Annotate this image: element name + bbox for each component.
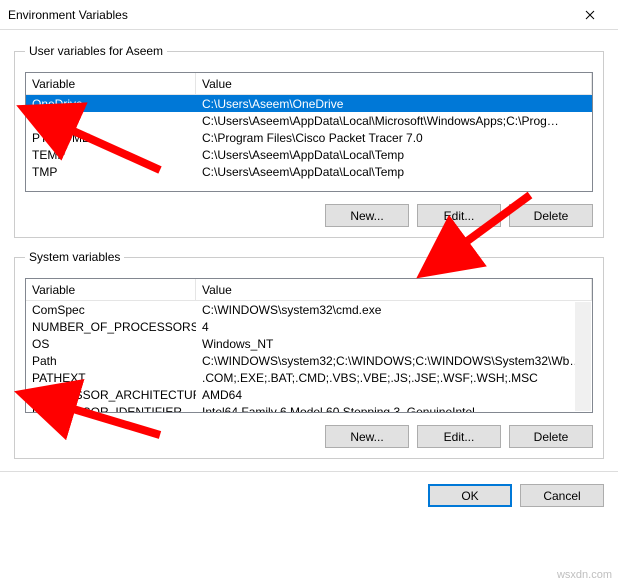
cell-variable: TEMP [26,148,196,162]
table-row[interactable]: TEMPC:\Users\Aseem\AppData\Local\Temp [26,146,592,163]
cell-variable: Path [26,114,196,128]
table-row[interactable]: PathC:\WINDOWS\system32;C:\WINDOWS;C:\WI… [26,352,592,369]
cell-variable: OneDrive [26,97,196,111]
system-variables-legend: System variables [25,250,124,264]
ok-button[interactable]: OK [428,484,512,507]
cell-variable: NUMBER_OF_PROCESSORS [26,320,196,334]
system-variables-listview[interactable]: Variable Value ComSpecC:\WINDOWS\system3… [25,278,593,413]
system-edit-button[interactable]: Edit... [417,425,501,448]
user-variables-listview[interactable]: Variable Value OneDriveC:\Users\Aseem\On… [25,72,593,192]
scrollbar[interactable] [575,302,591,411]
close-button[interactable] [570,1,610,29]
user-variables-group: User variables for Aseem Variable Value … [14,44,604,238]
cell-value: .COM;.EXE;.BAT;.CMD;.VBS;.VBE;.JS;.JSE;.… [196,371,592,385]
table-row[interactable]: PathC:\Users\Aseem\AppData\Local\Microso… [26,112,592,129]
system-delete-button[interactable]: Delete [509,425,593,448]
window-title: Environment Variables [8,8,128,22]
cell-variable: PT7HOME [26,131,196,145]
cell-variable: PATHEXT [26,371,196,385]
table-row[interactable]: OSWindows_NT [26,335,592,352]
cell-value: Intel64 Family 6 Model 60 Stepping 3, Ge… [196,405,592,414]
listview-body: ComSpecC:\WINDOWS\system32\cmd.exeNUMBER… [26,301,592,413]
user-variables-legend: User variables for Aseem [25,44,167,58]
cell-variable: TMP [26,165,196,179]
column-header-value[interactable]: Value [196,73,592,94]
titlebar: Environment Variables [0,0,618,30]
user-edit-button[interactable]: Edit... [417,204,501,227]
cell-variable: OS [26,337,196,351]
listview-header: Variable Value [26,279,592,301]
column-header-variable[interactable]: Variable [26,73,196,94]
table-row[interactable]: PT7HOMEC:\Program Files\Cisco Packet Tra… [26,129,592,146]
cancel-button[interactable]: Cancel [520,484,604,507]
watermark: wsxdn.com [557,569,612,581]
user-delete-button[interactable]: Delete [509,204,593,227]
cell-value: C:\Program Files\Cisco Packet Tracer 7.0 [196,131,592,145]
cell-value: Windows_NT [196,337,592,351]
column-header-variable[interactable]: Variable [26,279,196,300]
table-row[interactable]: PROCESSOR_IDENTIFIERIntel64 Family 6 Mod… [26,403,592,413]
cell-value: C:\Users\Aseem\AppData\Local\Temp [196,165,592,179]
cell-variable: PROCESSOR_IDENTIFIER [26,405,196,414]
user-new-button[interactable]: New... [325,204,409,227]
listview-body: OneDriveC:\Users\Aseem\OneDrivePathC:\Us… [26,95,592,180]
table-row[interactable]: NUMBER_OF_PROCESSORS4 [26,318,592,335]
system-variables-group: System variables Variable Value ComSpecC… [14,250,604,459]
system-new-button[interactable]: New... [325,425,409,448]
cell-value: 4 [196,320,592,334]
table-row[interactable]: OneDriveC:\Users\Aseem\OneDrive [26,95,592,112]
cell-value: C:\Users\Aseem\AppData\Local\Microsoft\W… [196,114,592,128]
table-row[interactable]: TMPC:\Users\Aseem\AppData\Local\Temp [26,163,592,180]
column-header-value[interactable]: Value [196,279,592,300]
system-buttons-row: New... Edit... Delete [25,425,593,448]
cell-value: C:\Users\Aseem\AppData\Local\Temp [196,148,592,162]
cell-variable: ComSpec [26,303,196,317]
listview-header: Variable Value [26,73,592,95]
user-buttons-row: New... Edit... Delete [25,204,593,227]
table-row[interactable]: PROCESSOR_ARCHITECTUREAMD64 [26,386,592,403]
dialog-buttons: OK Cancel [0,471,618,513]
cell-value: C:\WINDOWS\system32\cmd.exe [196,303,592,317]
table-row[interactable]: ComSpecC:\WINDOWS\system32\cmd.exe [26,301,592,318]
cell-value: C:\WINDOWS\system32;C:\WINDOWS;C:\WINDOW… [196,354,592,368]
cell-value: C:\Users\Aseem\OneDrive [196,97,592,111]
dialog-content: User variables for Aseem Variable Value … [0,30,618,459]
table-row[interactable]: PATHEXT.COM;.EXE;.BAT;.CMD;.VBS;.VBE;.JS… [26,369,592,386]
cell-variable: PROCESSOR_ARCHITECTURE [26,388,196,402]
close-icon [585,10,595,20]
cell-value: AMD64 [196,388,592,402]
cell-variable: Path [26,354,196,368]
